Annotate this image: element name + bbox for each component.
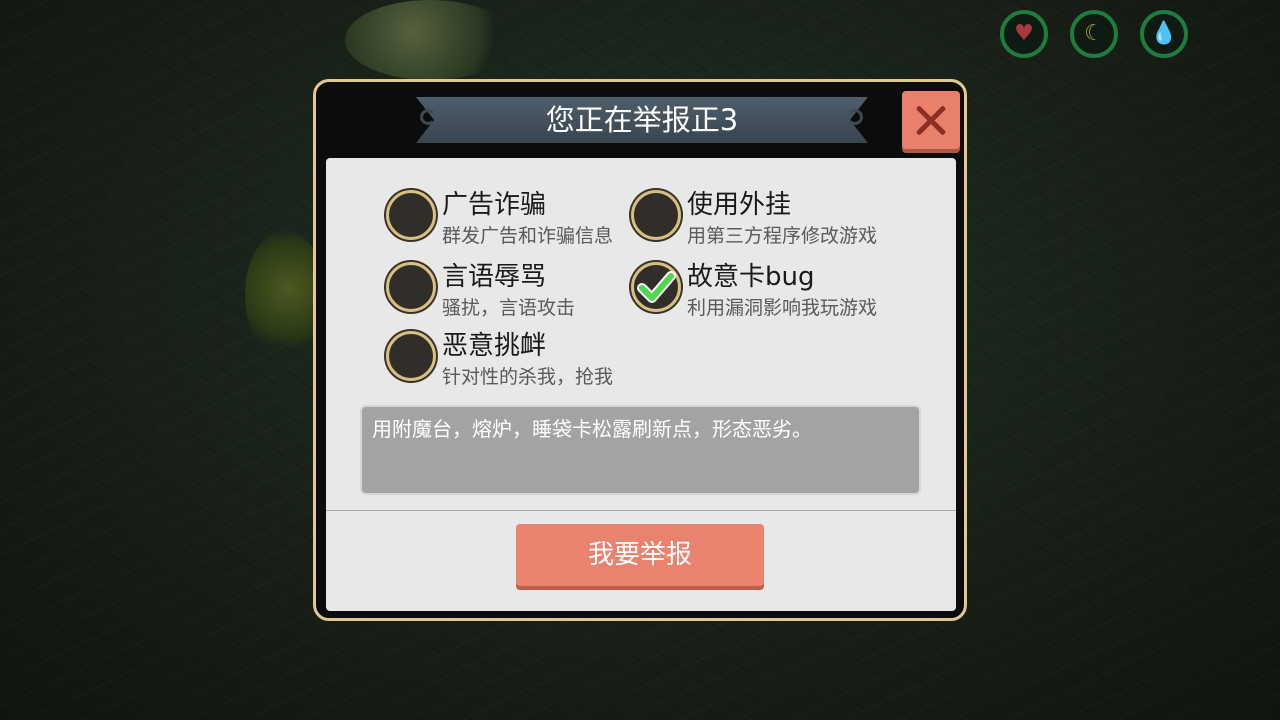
- option-title: 故意卡bug: [687, 262, 815, 292]
- radio-button[interactable]: [386, 190, 436, 240]
- option-bug-exploit[interactable]: 故意卡bug 利用漏洞影响我玩游戏: [631, 256, 881, 319]
- checkmark-icon: [637, 271, 676, 303]
- option-description: 利用漏洞影响我玩游戏: [687, 297, 878, 319]
- option-title: 使用外挂: [687, 190, 792, 220]
- radio-button[interactable]: [631, 190, 681, 240]
- dialog-title: 您正在举报正3: [545, 103, 739, 137]
- heart-icon: ♥: [1000, 10, 1048, 58]
- submit-report-button[interactable]: 我要举报: [516, 524, 764, 586]
- radio-button[interactable]: [386, 262, 436, 312]
- option-description: 骚扰，言语攻击: [442, 297, 576, 319]
- close-button[interactable]: [902, 91, 960, 149]
- option-description: 用第三方程序修改游戏: [687, 225, 878, 247]
- option-title: 恶意挑衅: [442, 331, 547, 361]
- option-provocation[interactable]: 恶意挑衅 针对性的杀我，抢我: [386, 325, 636, 388]
- option-title: 言语辱骂: [442, 262, 547, 292]
- radio-button-checked[interactable]: [631, 262, 681, 312]
- option-cheat[interactable]: 使用外挂 用第三方程序修改游戏: [631, 184, 881, 247]
- radio-button[interactable]: [386, 331, 436, 381]
- divider: [326, 510, 956, 511]
- description-textarea[interactable]: 用附魔台，熔炉，睡袋卡松露刷新点，形态恶劣。: [360, 405, 921, 495]
- background-bush: [345, 0, 515, 80]
- option-verbal-abuse[interactable]: 言语辱骂 骚扰，言语攻击: [386, 256, 636, 319]
- stomach-icon: ☾: [1070, 10, 1118, 58]
- option-description: 针对性的杀我，抢我: [442, 366, 614, 388]
- option-ad-scam[interactable]: 广告诈骗 群发广告和诈骗信息: [386, 184, 636, 247]
- water-drop-icon: 💧: [1140, 10, 1188, 58]
- option-title: 广告诈骗: [442, 190, 547, 220]
- report-dialog: 您正在举报正3 广告诈骗 群发广告和诈骗信息 使用外挂 用第三方程序修改游戏 言…: [313, 79, 967, 621]
- report-panel: 广告诈骗 群发广告和诈骗信息 使用外挂 用第三方程序修改游戏 言语辱骂 骚扰，言…: [326, 158, 956, 611]
- option-description: 群发广告和诈骗信息: [442, 225, 614, 247]
